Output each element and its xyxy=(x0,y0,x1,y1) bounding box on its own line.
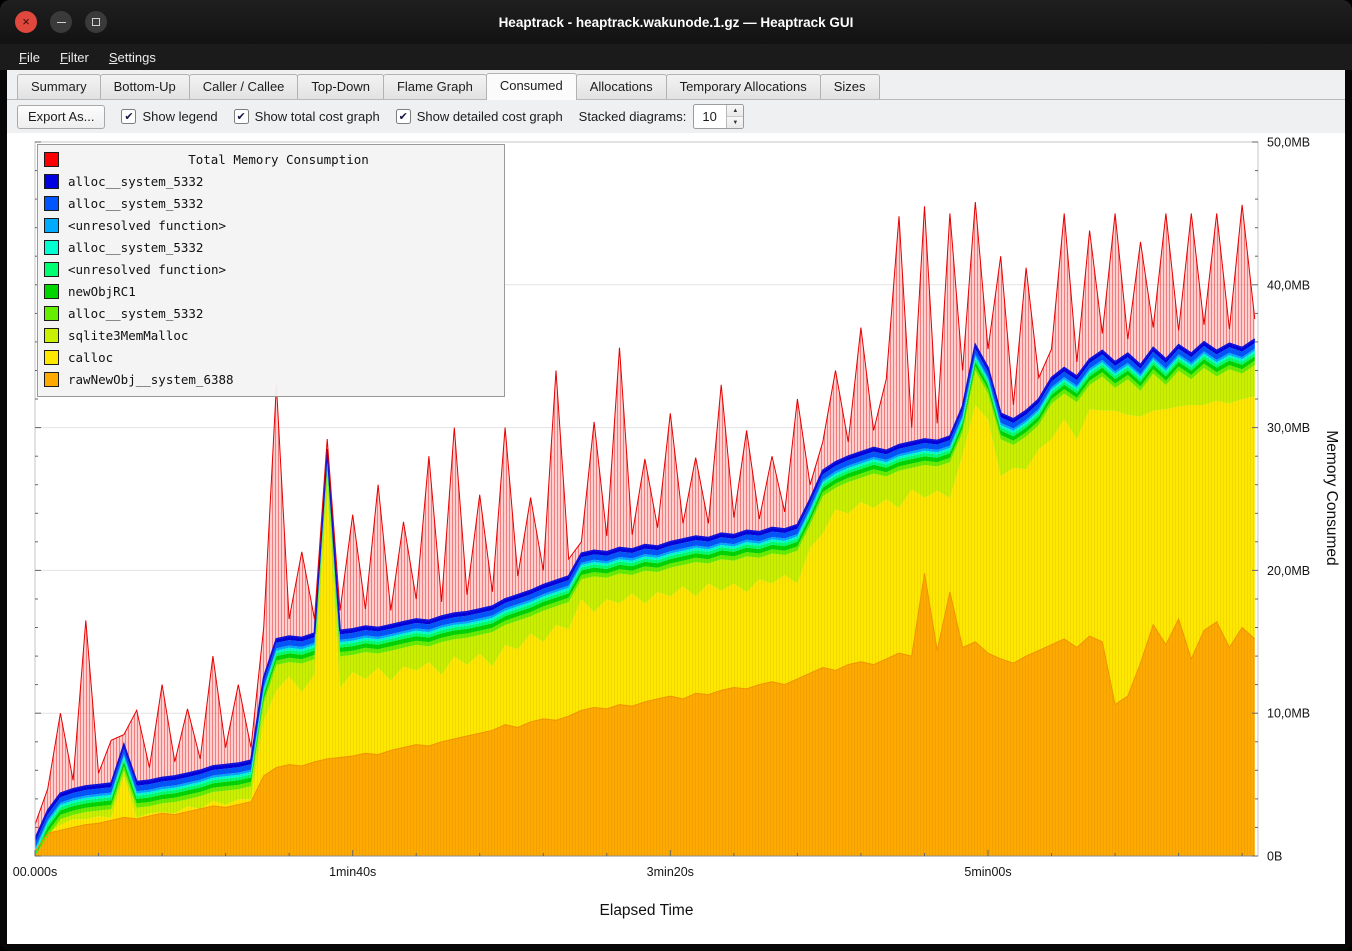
main-content: Summary Bottom-Up Caller / Callee Top-Do… xyxy=(7,70,1345,944)
spinner-up-icon[interactable]: ▲ xyxy=(727,105,743,117)
stacked-diagrams-label: Stacked diagrams: xyxy=(579,109,687,124)
legend-swatch xyxy=(44,306,59,321)
legend-item: alloc__system_5332 xyxy=(44,170,498,192)
legend-label: <unresolved function> xyxy=(68,218,226,233)
maximize-button[interactable] xyxy=(85,11,107,33)
tab-bar: Summary Bottom-Up Caller / Callee Top-Do… xyxy=(7,70,1345,100)
legend-swatch xyxy=(44,372,59,387)
x-tick-label: 5min00s xyxy=(964,865,1011,879)
legend-swatch xyxy=(44,174,59,189)
x-tick-label: 3min20s xyxy=(647,865,694,879)
y-tick-label: 40,0MB xyxy=(1267,278,1310,292)
checkbox-label: Show legend xyxy=(142,109,217,124)
legend-item: alloc__system_5332 xyxy=(44,192,498,214)
tab-caller-callee[interactable]: Caller / Callee xyxy=(189,74,299,99)
legend-swatch xyxy=(44,240,59,255)
spinner-arrows: ▲ ▼ xyxy=(726,105,743,128)
x-tick-label: 00.000s xyxy=(13,865,57,879)
legend-item: alloc__system_5332 xyxy=(44,302,498,324)
y-tick-label: 0B xyxy=(1267,850,1282,864)
legend-label: alloc__system_5332 xyxy=(68,306,203,321)
menu-filter[interactable]: Filter xyxy=(51,47,98,68)
tab-sizes[interactable]: Sizes xyxy=(820,74,880,99)
minimize-button[interactable] xyxy=(50,11,72,33)
y-tick-label: 10,0MB xyxy=(1267,707,1310,721)
menu-settings[interactable]: Settings xyxy=(100,47,165,68)
minimize-icon xyxy=(57,22,66,23)
legend-label: alloc__system_5332 xyxy=(68,240,203,255)
checkbox-checked-icon xyxy=(121,109,136,124)
app-window: × Heaptrack - heaptrack.wakunode.1.gz — … xyxy=(0,0,1352,951)
legend-label: <unresolved function> xyxy=(68,262,226,277)
tab-consumed[interactable]: Consumed xyxy=(486,73,577,100)
tab-summary[interactable]: Summary xyxy=(17,74,101,99)
tab-top-down[interactable]: Top-Down xyxy=(297,74,384,99)
legend-item: calloc xyxy=(44,346,498,368)
legend-title-swatch xyxy=(44,152,59,167)
tab-allocations[interactable]: Allocations xyxy=(576,74,667,99)
x-tick-label: 1min40s xyxy=(329,865,376,879)
legend-title-row: Total Memory Consumption xyxy=(44,148,498,170)
legend-label: calloc xyxy=(68,350,113,365)
elapsed-time-axis-label: Elapsed Time xyxy=(35,902,1258,920)
legend-label: newObjRC1 xyxy=(68,284,136,299)
checkbox-show-total-cost-graph[interactable]: Show total cost graph xyxy=(234,109,380,124)
legend-item: <unresolved function> xyxy=(44,214,498,236)
title-bar: × Heaptrack - heaptrack.wakunode.1.gz — … xyxy=(0,0,1352,44)
legend-item: alloc__system_5332 xyxy=(44,236,498,258)
legend-item: <unresolved function> xyxy=(44,258,498,280)
checkbox-checked-icon xyxy=(234,109,249,124)
window-title: Heaptrack - heaptrack.wakunode.1.gz — He… xyxy=(0,15,1352,30)
close-icon: × xyxy=(22,15,30,28)
legend-swatch xyxy=(44,196,59,211)
legend-label: sqlite3MemMalloc xyxy=(68,328,188,343)
legend-swatch xyxy=(44,262,59,277)
checkbox-label: Show total cost graph xyxy=(255,109,380,124)
stacked-diagrams-group: Stacked diagrams: 10 ▲ ▼ xyxy=(579,104,745,129)
y-tick-label: 20,0MB xyxy=(1267,564,1310,578)
menu-bar: File Filter Settings xyxy=(0,44,1352,70)
legend-item: sqlite3MemMalloc xyxy=(44,324,498,346)
stacked-diagrams-spinner[interactable]: 10 ▲ ▼ xyxy=(693,104,744,129)
checkbox-checked-icon xyxy=(396,109,411,124)
tab-bottom-up[interactable]: Bottom-Up xyxy=(100,74,190,99)
chart-area: 0B 10,0MB 20,0MB 30,0MB 40,0MB 50,0MB 00.000s 1… xyxy=(7,133,1345,944)
legend-item: newObjRC1 xyxy=(44,280,498,302)
close-button[interactable]: × xyxy=(15,11,37,33)
chart-legend: Total Memory Consumption alloc__system_5… xyxy=(37,144,505,397)
legend-swatch xyxy=(44,350,59,365)
maximize-icon xyxy=(92,18,100,26)
spinner-down-icon[interactable]: ▼ xyxy=(727,117,743,128)
tab-temporary-allocations[interactable]: Temporary Allocations xyxy=(666,74,821,99)
legend-item: rawNewObj__system_6388 xyxy=(44,368,498,390)
checkbox-show-legend[interactable]: Show legend xyxy=(121,109,217,124)
checkbox-label: Show detailed cost graph xyxy=(417,109,563,124)
legend-swatch xyxy=(44,328,59,343)
legend-label: alloc__system_5332 xyxy=(68,196,203,211)
tab-flame-graph[interactable]: Flame Graph xyxy=(383,74,487,99)
stacked-diagrams-value[interactable]: 10 xyxy=(694,105,726,128)
chart-toolbar: Export As... Show legend Show total cost… xyxy=(7,100,1345,133)
y-tick-label: 50,0MB xyxy=(1267,136,1310,150)
legend-label: rawNewObj__system_6388 xyxy=(68,372,234,387)
legend-rows: alloc__system_5332 alloc__system_5332 <unr… xyxy=(44,170,498,390)
legend-title: Total Memory Consumption xyxy=(59,152,498,167)
window-controls: × xyxy=(15,11,107,33)
legend-label: alloc__system_5332 xyxy=(68,174,203,189)
legend-swatch xyxy=(44,218,59,233)
export-as-button[interactable]: Export As... xyxy=(17,105,105,129)
legend-swatch xyxy=(44,284,59,299)
y-tick-label: 30,0MB xyxy=(1267,421,1310,435)
memory-consumed-axis-label: Memory Consumed xyxy=(1322,430,1340,565)
checkbox-show-detailed-cost-graph[interactable]: Show detailed cost graph xyxy=(396,109,563,124)
menu-file[interactable]: File xyxy=(10,47,49,68)
